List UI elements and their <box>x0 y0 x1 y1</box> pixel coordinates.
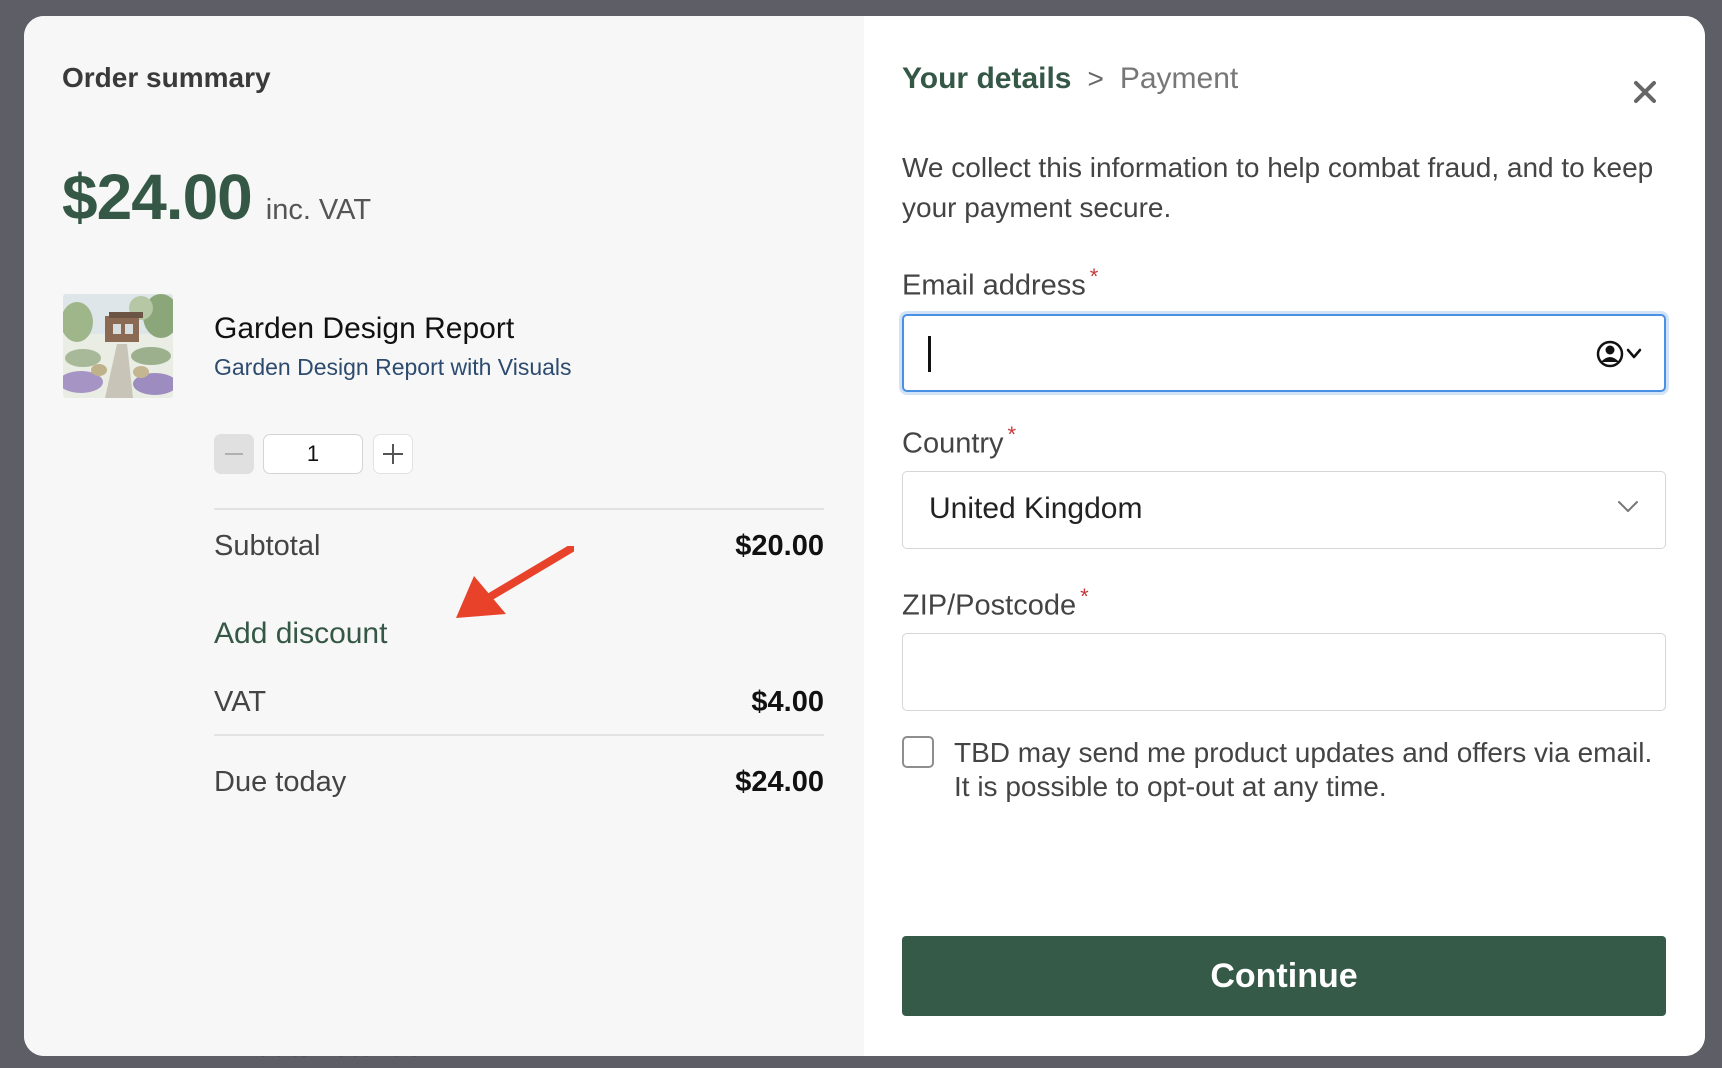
email-label-text: Email address <box>902 269 1086 302</box>
quantity-stepper: 1 <box>214 434 413 474</box>
breadcrumb-separator: > <box>1087 63 1104 94</box>
postcode-label: ZIP/Postcode * <box>902 584 1089 623</box>
marketing-consent-text: TBD may send me product updates and offe… <box>954 737 1653 802</box>
product-name: Garden Design Report <box>214 312 515 345</box>
quantity-input[interactable]: 1 <box>263 434 363 474</box>
plus-icon <box>383 444 403 464</box>
add-discount-link[interactable]: Add discount <box>214 617 387 651</box>
subtotal-value: $20.00 <box>735 530 824 562</box>
minus-icon <box>225 453 243 455</box>
decrease-quantity-button[interactable] <box>214 434 254 474</box>
postcode-label-text: ZIP/Postcode <box>902 589 1077 622</box>
vat-label: VAT <box>214 686 267 718</box>
vat-value: $4.00 <box>751 686 824 718</box>
required-mark: * <box>1080 584 1089 609</box>
required-mark: * <box>1089 264 1099 289</box>
subtotal-label: Subtotal <box>214 530 321 562</box>
chevron-down-icon <box>1618 501 1638 512</box>
close-icon[interactable] <box>1625 72 1665 112</box>
product-subtitle: Garden Design Report with Visuals <box>214 354 572 380</box>
country-select[interactable]: United Kingdom <box>902 471 1666 549</box>
breadcrumb-payment: Payment <box>1119 62 1239 95</box>
garden-illustration-icon <box>63 294 173 398</box>
required-mark: * <box>1007 422 1017 447</box>
red-arrow-icon <box>456 546 574 618</box>
product-thumbnail <box>63 294 173 398</box>
country-label-text: Country <box>902 427 1004 460</box>
intro-text: We collect this information to help comb… <box>902 152 1654 223</box>
details-panel: Your details > Payment We collect this i… <box>864 16 1705 1056</box>
country-select-value: United Kingdom <box>929 492 1143 525</box>
email-field[interactable] <box>902 314 1666 392</box>
checkout-modal: Order summary $24.00 inc. VAT Garden Des… <box>24 16 1705 1056</box>
divider <box>214 508 824 510</box>
text-caret <box>928 336 931 372</box>
email-label: Email address * <box>902 264 1098 303</box>
increase-quantity-button[interactable] <box>373 434 413 474</box>
breadcrumb: Your details > Payment <box>902 62 1238 96</box>
continue-button[interactable]: Continue <box>902 936 1666 1016</box>
total-vat-note: inc. VAT <box>265 194 372 226</box>
order-total: $24.00 inc. VAT <box>62 160 371 234</box>
divider <box>214 734 824 736</box>
order-summary-title: Order summary <box>62 62 271 93</box>
breadcrumb-your-details: Your details <box>902 62 1072 95</box>
contact-autofill-icon[interactable] <box>1596 338 1644 370</box>
total-price: $24.00 <box>62 161 253 233</box>
due-today-value: $24.00 <box>735 766 824 798</box>
postcode-field[interactable] <box>902 633 1666 711</box>
due-today-label: Due today <box>214 766 347 798</box>
marketing-consent-checkbox[interactable] <box>902 736 934 768</box>
country-label: Country * <box>902 422 1016 461</box>
order-summary-panel: Order summary $24.00 inc. VAT Garden Des… <box>24 16 864 1056</box>
